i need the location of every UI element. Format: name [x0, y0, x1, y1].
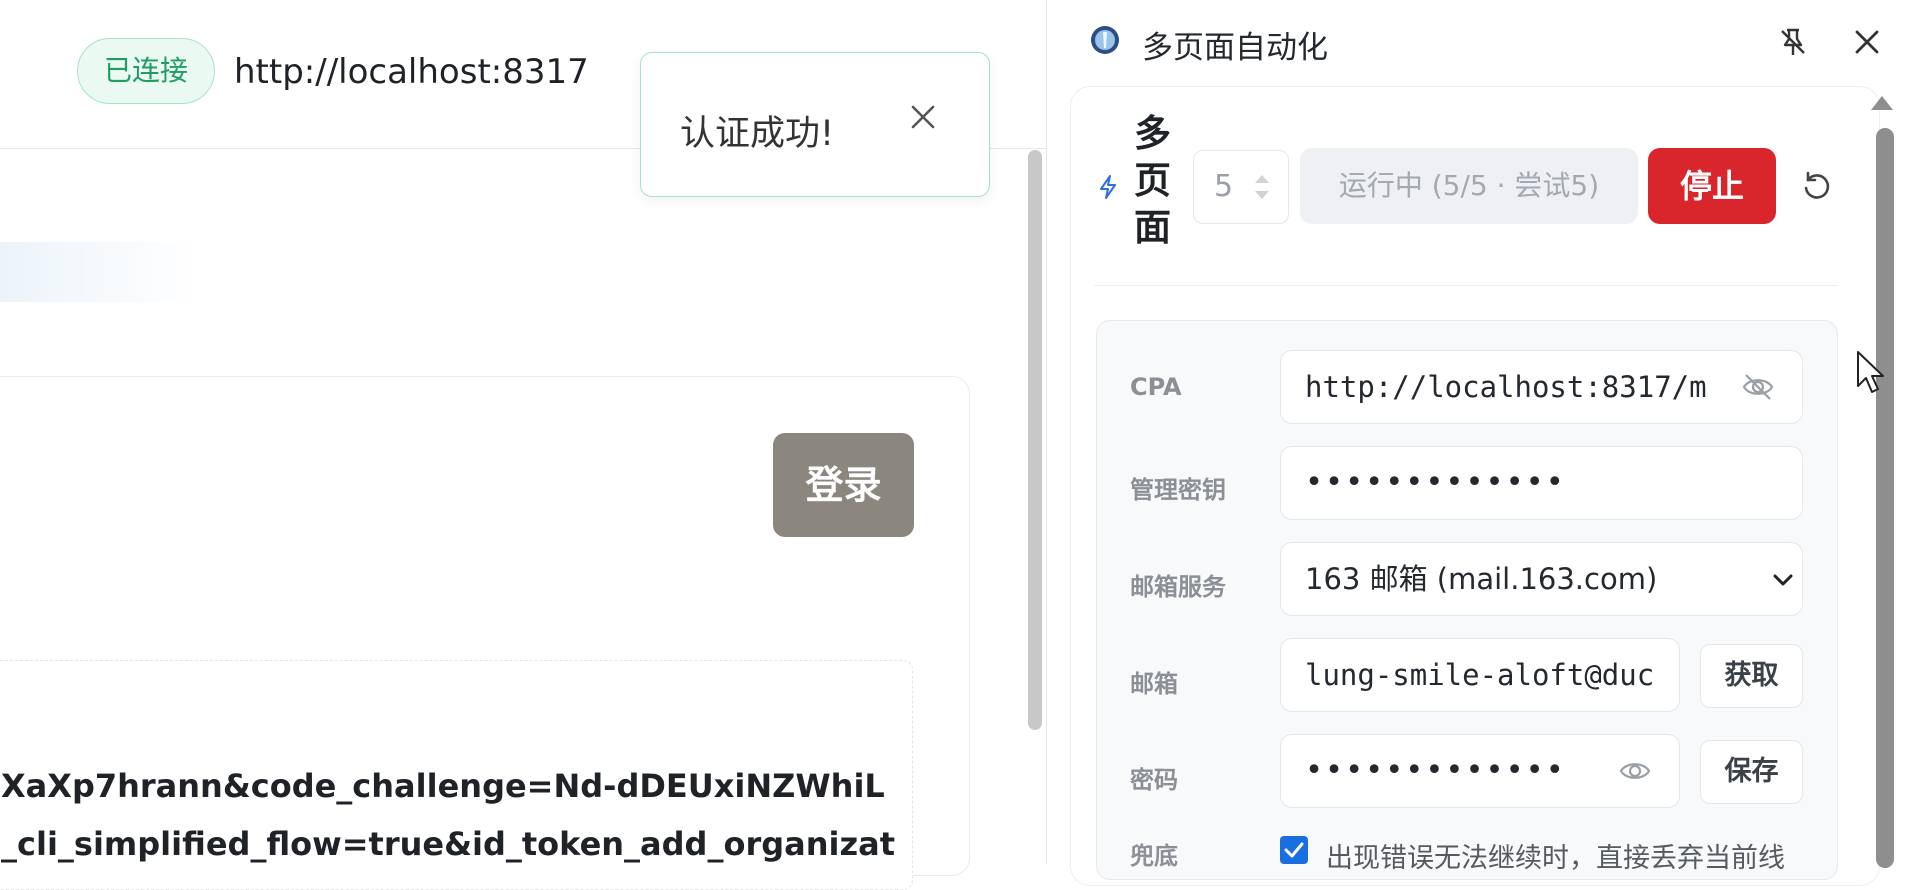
- unpin-icon[interactable]: [1776, 25, 1810, 59]
- password-label: 密码: [1130, 766, 1178, 794]
- fallback-checkbox[interactable]: [1280, 836, 1308, 864]
- scroll-up-arrow[interactable]: [1871, 96, 1893, 110]
- eye-off-icon[interactable]: [1741, 370, 1775, 404]
- stepper-arrows-icon[interactable]: [1251, 167, 1273, 207]
- stop-button[interactable]: 停止: [1648, 148, 1776, 224]
- mail-service-label: 邮箱服务: [1130, 573, 1226, 601]
- main-page: 已连接 http://localhost:8317 登录 XaXp7hrann&…: [0, 0, 1046, 890]
- save-password-button[interactable]: 保存: [1700, 740, 1803, 804]
- faint-highlight: [0, 242, 200, 302]
- fetch-email-button[interactable]: 获取: [1700, 644, 1803, 708]
- server-url: http://localhost:8317: [234, 52, 589, 92]
- header-divider: [1094, 285, 1838, 286]
- fallback-description: 出现错误无法继续时，直接丢弃当前线: [1326, 843, 1785, 874]
- panel-title: 多页面自动化: [1142, 30, 1328, 66]
- fallback-label: 兜底: [1130, 842, 1178, 870]
- check-icon: [1284, 842, 1304, 858]
- cpa-label: CPA: [1130, 373, 1182, 401]
- auth-url-card: XaXp7hrann&code_challenge=Nd-dDEUxiNZWhi…: [0, 660, 913, 890]
- mail-service-select[interactable]: 163 邮箱 (mail.163.com): [1280, 542, 1803, 616]
- lightning-icon: [1100, 175, 1116, 199]
- reset-icon[interactable]: [1800, 170, 1834, 204]
- close-icon[interactable]: [907, 101, 939, 133]
- admin-key-input[interactable]: •••••••••••••: [1280, 446, 1803, 520]
- multipage-label: 多 页 面: [1134, 112, 1171, 249]
- auth-url-line-2: _cli_simplified_flow=true&id_token_add_o…: [1, 825, 895, 863]
- running-status-button: 运行中 (5/5 · 尝试5): [1300, 148, 1638, 224]
- login-button[interactable]: 登录: [773, 433, 914, 537]
- close-panel-icon[interactable]: [1851, 26, 1883, 58]
- email-input[interactable]: lung-smile-aloft@duc: [1280, 638, 1680, 712]
- connection-status-badge: 已连接: [77, 38, 215, 104]
- auth-url-line-1: XaXp7hrann&code_challenge=Nd-dDEUxiNZWhi…: [1, 767, 885, 805]
- page-count-value: 5: [1214, 169, 1234, 204]
- chevron-down-icon[interactable]: [1771, 568, 1795, 592]
- toast-notification: 认证成功!: [640, 52, 990, 197]
- app-logo-icon: [1091, 26, 1119, 54]
- page-scrollbar[interactable]: [1028, 150, 1042, 730]
- eye-icon[interactable]: [1618, 754, 1652, 788]
- page-count-stepper[interactable]: 5: [1193, 150, 1289, 224]
- toast-message: 认证成功!: [680, 114, 835, 154]
- panel-scrollbar[interactable]: [1876, 128, 1894, 868]
- email-label: 邮箱: [1130, 670, 1178, 698]
- cpa-input[interactable]: http://localhost:8317/m: [1280, 350, 1803, 424]
- mouse-cursor-icon: [1857, 351, 1884, 393]
- admin-key-label: 管理密钥: [1130, 476, 1226, 504]
